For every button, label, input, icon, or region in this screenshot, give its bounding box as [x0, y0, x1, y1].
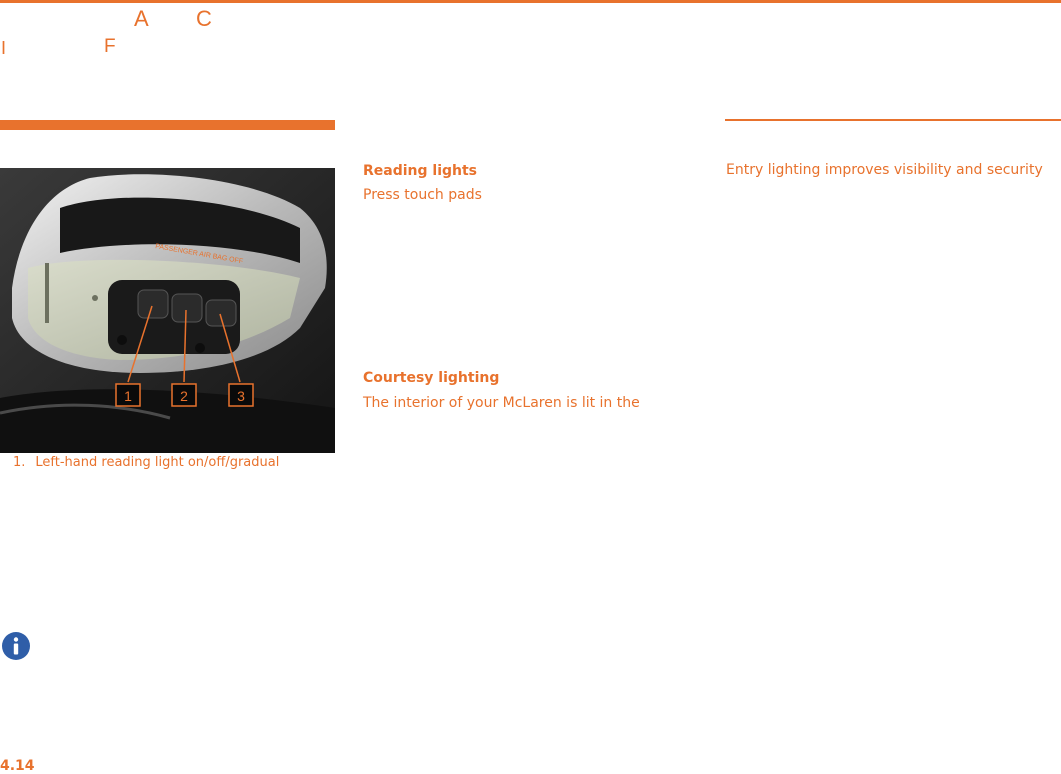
header-letter-i: I	[1, 38, 7, 58]
caption-number: 1.	[13, 455, 26, 470]
caption-text: Left-hand reading light on/off/gradual	[35, 455, 280, 470]
callout-3: 3	[237, 388, 245, 404]
reading-lights-text: Press touch pads	[363, 187, 482, 203]
right-reading-light-button	[205, 299, 237, 327]
header-letter-c: C	[196, 6, 212, 31]
courtesy-lighting-heading: Courtesy lighting	[363, 370, 500, 386]
entry-lighting-text: Entry lighting improves visibility and s…	[726, 162, 1043, 178]
top-rule	[0, 0, 1061, 3]
section-bar	[0, 120, 335, 130]
courtesy-lighting-text: The interior of your McLaren is lit in t…	[363, 395, 640, 411]
courtesy-light-button	[171, 293, 203, 323]
info-icon	[2, 632, 30, 660]
callout-1: 1	[124, 388, 132, 404]
figure-caption: 1. Left-hand reading light on/off/gradual	[13, 455, 279, 470]
page-number: 4.14	[0, 758, 35, 774]
left-reading-light-button	[137, 289, 169, 319]
reading-lights-heading: Reading lights	[363, 163, 478, 179]
header-letter-f: F	[104, 36, 116, 57]
callout-2: 2	[180, 388, 188, 404]
header-letter-a: A	[134, 6, 149, 31]
overhead-console-photo: PASSENGER AIR BAG OFF 1 2 3	[0, 168, 335, 453]
section-rule	[725, 119, 1061, 121]
